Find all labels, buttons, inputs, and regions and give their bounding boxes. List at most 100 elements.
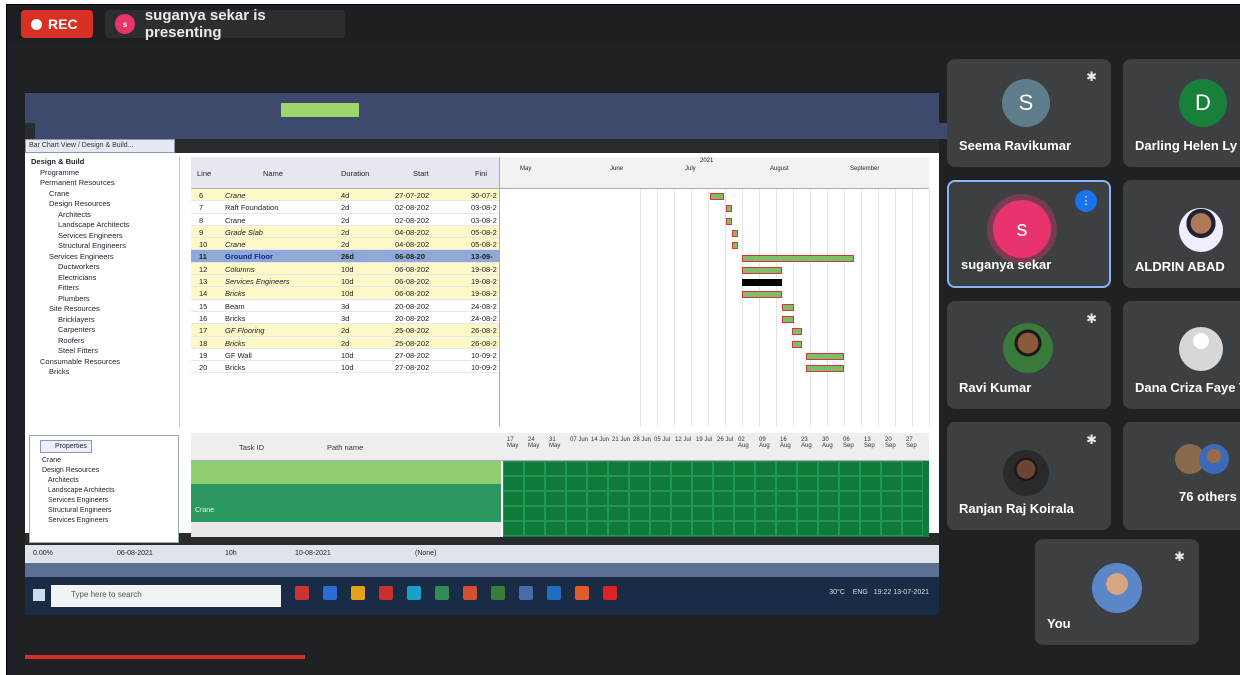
task-row[interactable]: 11 Ground Floor 26d 06-08-20 13-09-	[191, 250, 499, 263]
system-tray[interactable]: 30°C ENG 19:22 13-07-2021	[829, 589, 929, 596]
task-row[interactable]: 9 Grade Slab 2d 04-08-202 05-08-2	[191, 225, 499, 239]
properties-item[interactable]: Services Engineers	[30, 497, 178, 507]
gantt-bar[interactable]	[726, 205, 732, 213]
tree-item[interactable]: Design & Build	[25, 157, 179, 168]
tree-item[interactable]: Ductworkers	[25, 262, 179, 273]
status-unit[interactable]: 10h	[225, 550, 237, 557]
gantt-bar[interactable]	[792, 340, 802, 348]
gantt-bar[interactable]	[806, 352, 844, 360]
histogram-cell	[608, 461, 629, 476]
task-row[interactable]: 18 Bricks 2d 25-08-202 26-08-2	[191, 336, 499, 349]
properties-item[interactable]: Crane	[30, 457, 178, 467]
task-row[interactable]: 19 GF Wall 10d 27-08-202 10-09-2	[191, 349, 499, 362]
participant-tile[interactable]: ✱ Ravi Kumar	[947, 301, 1111, 409]
tree-item[interactable]: Architects	[25, 210, 179, 221]
gantt-bar[interactable]	[782, 303, 794, 311]
gantt-bar[interactable]	[732, 242, 738, 250]
participant-tile[interactable]: ✱ Ranjan Raj Koirala	[947, 422, 1111, 530]
tree-item[interactable]: Bricks	[25, 367, 179, 378]
gantt-bar[interactable]	[806, 365, 844, 373]
tree-item[interactable]: Services Engineers	[25, 252, 179, 263]
participant-tile[interactable]: S ✱ Seema Ravikumar	[947, 59, 1111, 167]
task-row[interactable]: 17 GF Flooring 2d 25-08-202 26-08-2	[191, 324, 499, 337]
gantt-bar[interactable]	[742, 266, 782, 274]
participant-tile[interactable]: D Darling Helen Ly	[1123, 59, 1240, 167]
tree-item[interactable]: Landscape Architects	[25, 220, 179, 231]
tree-item[interactable]: Bricklayers	[25, 315, 179, 326]
histogram-cell	[545, 476, 566, 491]
gantt-bar[interactable]	[742, 291, 782, 299]
task-row[interactable]: 13 Services Engineers 10d 06-08-202 19-08-2	[191, 275, 499, 288]
task-row[interactable]: 8 Crane 2d 02-08-202 03-08-2	[191, 214, 499, 226]
status-date[interactable]: 06-08-2021	[117, 550, 153, 557]
task-row[interactable]: 15 Beam 3d 20-08-202 24-08-2	[191, 300, 499, 312]
properties-item[interactable]: Structural Engineers	[30, 507, 178, 517]
tree-item[interactable]: Design Resources	[25, 199, 179, 210]
tree-item[interactable]: Programme	[25, 168, 179, 179]
task-row[interactable]: 6 Crane 4d 27-07-202 30-07-2	[191, 189, 499, 202]
app-icon[interactable]	[407, 586, 421, 600]
app-icon[interactable]	[519, 586, 533, 600]
tree-item[interactable]: Consumable Resources	[25, 357, 179, 368]
gantt-bar[interactable]	[742, 279, 782, 287]
gantt-bar[interactable]	[710, 193, 724, 200]
app-icon[interactable]	[323, 586, 337, 600]
properties-item[interactable]: Services Engineers	[30, 517, 178, 527]
histogram-date: 26 Jul	[717, 437, 734, 443]
task-row[interactable]: 12 Columns 10d 06-08-202 19-08-2	[191, 262, 499, 276]
app-icon[interactable]	[351, 586, 365, 600]
tree-item[interactable]: Permanent Resources	[25, 178, 179, 189]
app-icon[interactable]	[435, 586, 449, 600]
tree-item[interactable]: Carpenters	[25, 325, 179, 336]
taskbar-search[interactable]: Type here to search	[51, 585, 281, 607]
status-none[interactable]: (None)	[415, 550, 436, 557]
tree-item[interactable]: Electricians	[25, 273, 179, 284]
tree-item[interactable]: Fitters	[25, 283, 179, 294]
properties-item[interactable]: Landscape Architects	[30, 487, 178, 497]
gantt-bar[interactable]	[732, 229, 738, 237]
app-icon[interactable]	[603, 586, 617, 600]
participant-tile-active-speaker[interactable]: s ⋮ suganya sekar	[947, 180, 1111, 288]
tree-item[interactable]: Plumbers	[25, 294, 179, 305]
app-icon[interactable]	[491, 586, 505, 600]
gantt-bar[interactable]	[726, 217, 732, 225]
app-icon[interactable]	[547, 586, 561, 600]
task-row[interactable]: 7 Raft Foundation 2d 02-08-202 03-08-2	[191, 201, 499, 214]
gantt-bar[interactable]	[782, 316, 794, 323]
task-grid[interactable]: Line Name Duration Start Fini 6 Crane 4d 27…	[191, 157, 499, 427]
gantt-bar[interactable]	[742, 254, 854, 262]
gantt-bar[interactable]	[792, 328, 802, 336]
participant-tile[interactable]: ALDRIN ABAD	[1123, 180, 1240, 288]
view-tab[interactable]: Bar Chart View / Design & Build...	[25, 139, 175, 153]
resource-tree[interactable]: Design & Build Programme Permanent Resourc…	[25, 157, 180, 427]
properties-button[interactable]: Properties	[40, 440, 92, 453]
tree-item[interactable]: Crane	[25, 189, 179, 200]
participant-tile-others[interactable]: 76 others	[1123, 422, 1240, 530]
histogram-cell	[881, 491, 902, 506]
zoom-level[interactable]: 0.00%	[33, 550, 53, 557]
windows-start-icon[interactable]	[33, 589, 45, 601]
chrome-icon[interactable]	[575, 586, 589, 600]
task-row[interactable]: 20 Bricks 10d 27-08-202 10-09-2	[191, 361, 499, 374]
recording-badge[interactable]: REC	[21, 10, 93, 38]
properties-item[interactable]: Design Resources	[30, 467, 178, 477]
self-tile[interactable]: ✱ You	[1035, 539, 1199, 645]
presenter-chip[interactable]: s suganya sekar is presenting	[105, 7, 345, 41]
tree-item[interactable]: Services Engineers	[25, 231, 179, 242]
gantt-chart[interactable]: 2021 May June July August September	[499, 157, 930, 427]
tree-item[interactable]: Roofers	[25, 336, 179, 347]
app-icon[interactable]	[463, 586, 477, 600]
properties-item[interactable]: Architects	[30, 477, 178, 487]
task-row[interactable]: 10 Crane 2d 04-08-202 05-08-2	[191, 238, 499, 251]
line-cell: 10	[199, 240, 208, 250]
app-icon[interactable]	[379, 586, 393, 600]
status-date2[interactable]: 10-08-2021	[295, 550, 331, 557]
tree-item[interactable]: Steel Fitters	[25, 346, 179, 357]
tree-item[interactable]: Structural Engineers	[25, 241, 179, 252]
histogram-cell	[692, 506, 713, 521]
task-row[interactable]: 16 Bricks 3d 20-08-202 24-08-2	[191, 312, 499, 325]
project-app-icon[interactable]	[295, 586, 309, 600]
participant-tile[interactable]: Dana Criza Faye V	[1123, 301, 1240, 409]
task-row[interactable]: 14 Bricks 10d 06-08-202 19-08-2	[191, 287, 499, 300]
tree-item[interactable]: Site Resources	[25, 304, 179, 315]
